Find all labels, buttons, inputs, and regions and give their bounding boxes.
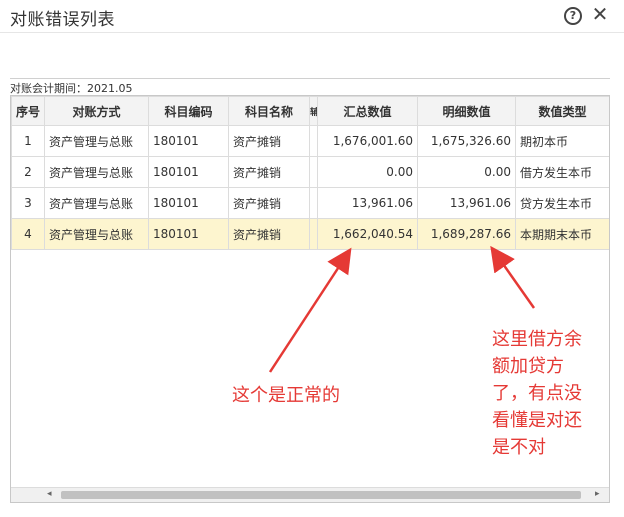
cell-index: 3 <box>11 187 45 219</box>
column-header-detail[interactable]: 明细数值 <box>417 96 516 126</box>
annotation-line: 了，有点没 <box>492 383 582 404</box>
cell-aux <box>309 156 318 188</box>
table-row[interactable]: 1 资产管理与总账 180101 资产摊销 1,676,001.60 1,675… <box>11 125 609 157</box>
scroll-left-arrow-icon[interactable]: ◂ <box>47 489 52 499</box>
cell-index: 1 <box>11 125 45 157</box>
annotation-line: 看懂是对还 <box>492 410 582 431</box>
column-header-type[interactable]: 数值类型 <box>515 96 609 126</box>
cell-name: 资产摊销 <box>228 187 310 219</box>
error-table: 序号 对账方式 科目编码 科目名称 辅 汇总数值 明细数值 数值类型 1 资产管… <box>11 96 609 250</box>
cell-type: 期初本币 <box>515 125 609 157</box>
annotation-question-note: 这里借方余 额加贷方 了，有点没 看懂是对还 是不对 <box>492 326 612 461</box>
dialog-titlebar: 对账错误列表 ? ✕ <box>0 0 624 33</box>
column-header-method[interactable]: 对账方式 <box>44 96 149 126</box>
annotation-line: 额加贷方 <box>492 356 564 377</box>
cell-type: 贷方发生本币 <box>515 187 609 219</box>
close-icon[interactable]: ✕ <box>590 3 610 25</box>
column-header-aux[interactable]: 辅 <box>309 96 318 126</box>
column-header-code[interactable]: 科目编码 <box>148 96 229 126</box>
cell-index: 2 <box>11 156 45 188</box>
cell-code: 180101 <box>148 187 229 219</box>
annotation-line: 是不对 <box>492 437 546 458</box>
cell-summary: 1,662,040.54 <box>317 218 418 250</box>
cell-name: 资产摊销 <box>228 218 310 250</box>
period-divider <box>10 78 610 79</box>
cell-type: 本期期末本币 <box>515 218 609 250</box>
cell-method: 资产管理与总账 <box>44 156 149 188</box>
cell-aux <box>309 187 318 219</box>
cell-summary: 13,961.06 <box>317 187 418 219</box>
cell-detail: 13,961.06 <box>417 187 516 219</box>
column-header-name[interactable]: 科目名称 <box>228 96 310 126</box>
cell-type: 借方发生本币 <box>515 156 609 188</box>
scrollbar-thumb[interactable] <box>61 491 581 499</box>
scroll-right-arrow-icon[interactable]: ▸ <box>595 489 600 499</box>
dialog-title: 对账错误列表 <box>10 10 115 30</box>
cell-code: 180101 <box>148 125 229 157</box>
cell-code: 180101 <box>148 218 229 250</box>
table-row-selected[interactable]: 4 资产管理与总账 180101 资产摊销 1,662,040.54 1,689… <box>11 218 609 250</box>
cell-method: 资产管理与总账 <box>44 187 149 219</box>
annotation-line: 这里借方余 <box>492 329 582 350</box>
help-icon[interactable]: ? <box>564 7 582 25</box>
cell-aux <box>309 218 318 250</box>
cell-detail: 0.00 <box>417 156 516 188</box>
cell-name: 资产摊销 <box>228 125 310 157</box>
cell-method: 资产管理与总账 <box>44 125 149 157</box>
period-label: 对账会计期间：2021.05 <box>10 82 133 95</box>
cell-code: 180101 <box>148 156 229 188</box>
table-row[interactable]: 2 资产管理与总账 180101 资产摊销 0.00 0.00 借方发生本币 <box>11 156 609 188</box>
column-header-summary[interactable]: 汇总数值 <box>317 96 418 126</box>
cell-detail: 1,689,287.66 <box>417 218 516 250</box>
column-header-index[interactable]: 序号 <box>11 96 45 126</box>
cell-aux <box>309 125 318 157</box>
cell-summary: 1,676,001.60 <box>317 125 418 157</box>
annotation-normal-note: 这个是正常的 <box>232 385 340 406</box>
cell-summary: 0.00 <box>317 156 418 188</box>
cell-index: 4 <box>11 218 45 250</box>
table-header-row: 序号 对账方式 科目编码 科目名称 辅 汇总数值 明细数值 数值类型 <box>11 96 609 126</box>
table-row[interactable]: 3 资产管理与总账 180101 资产摊销 13,961.06 13,961.0… <box>11 187 609 219</box>
cell-detail: 1,675,326.60 <box>417 125 516 157</box>
cell-name: 资产摊销 <box>228 156 310 188</box>
horizontal-scrollbar[interactable]: ◂ ▸ <box>11 487 609 502</box>
cell-method: 资产管理与总账 <box>44 218 149 250</box>
